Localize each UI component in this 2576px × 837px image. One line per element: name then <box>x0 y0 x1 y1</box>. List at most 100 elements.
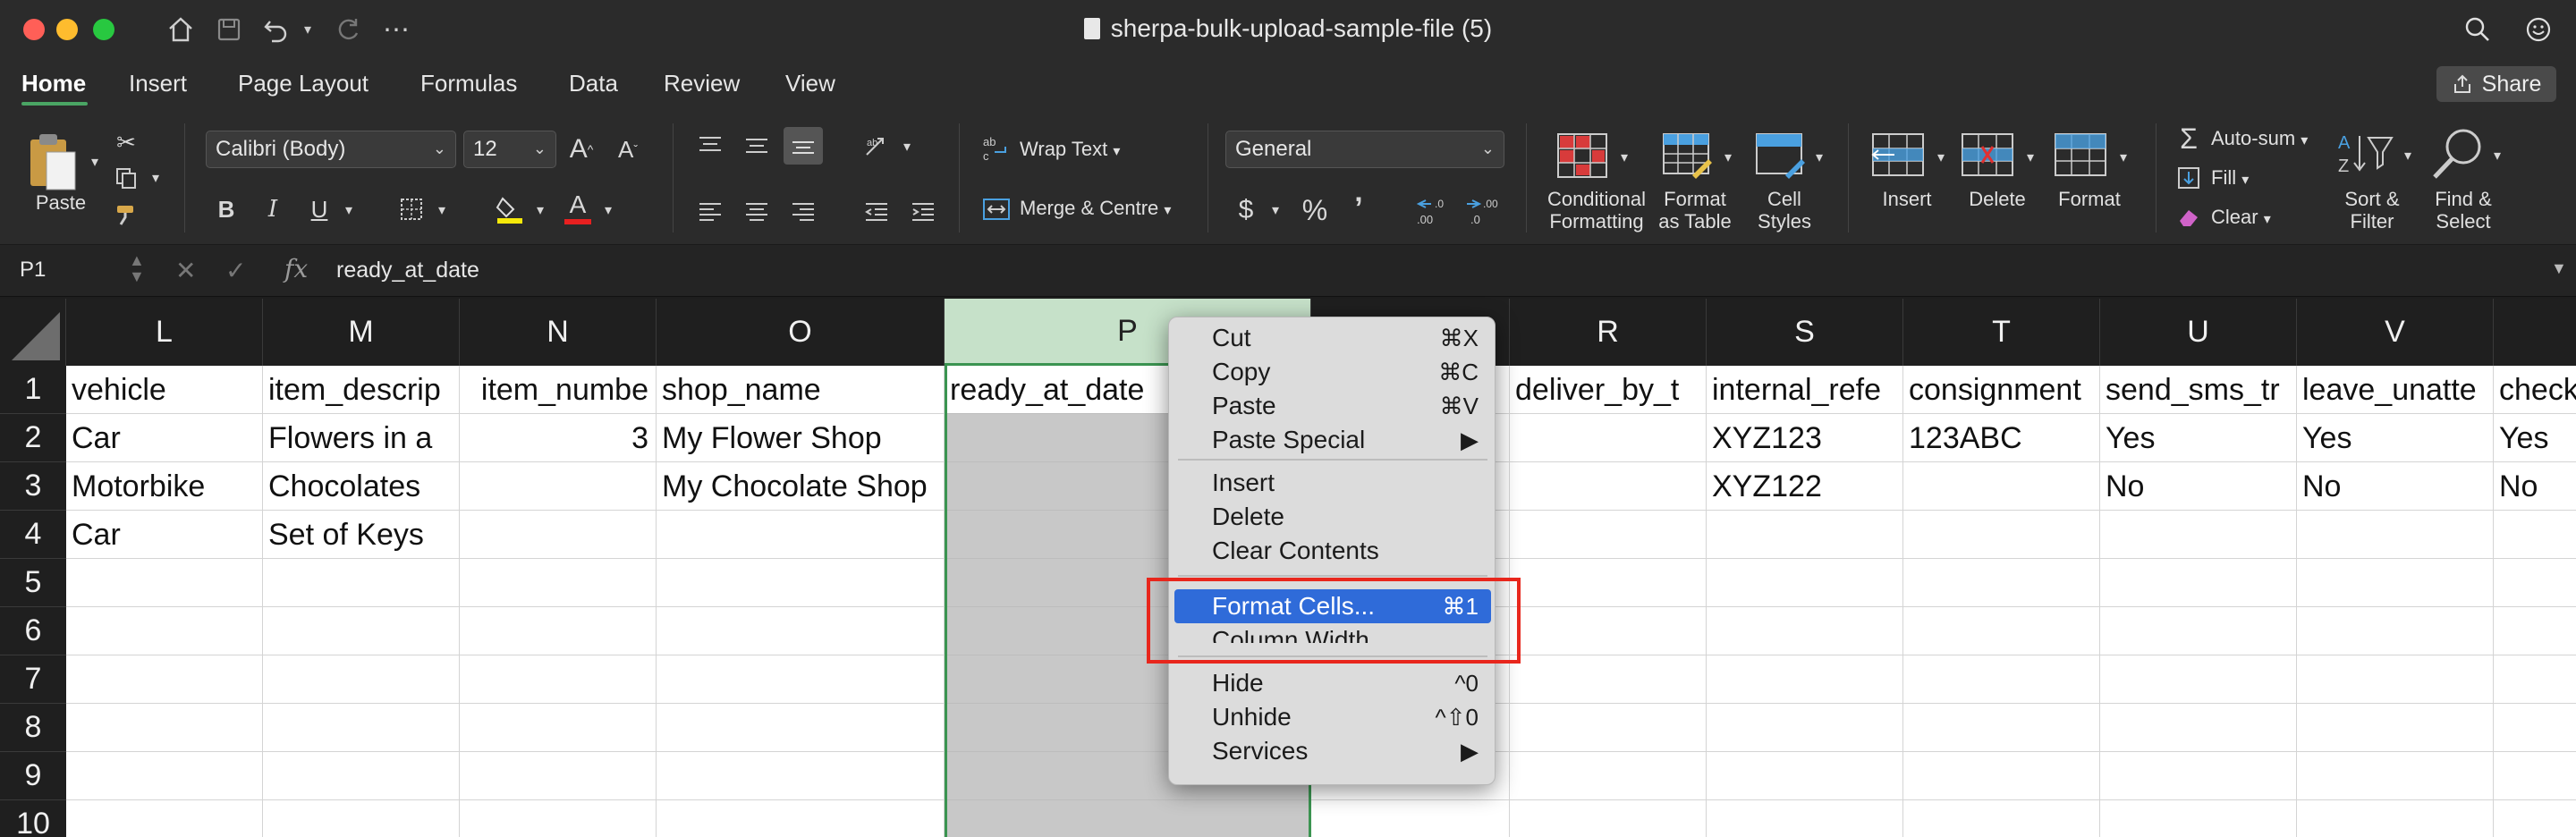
find-select-magnifier-icon[interactable] <box>2429 127 2487 182</box>
cell-o9[interactable] <box>657 752 945 800</box>
menu-item-copy[interactable]: Copy ⌘C <box>1174 355 1491 389</box>
fill-icon[interactable] <box>2174 163 2204 193</box>
autosum-button[interactable]: Auto-sum ▾ <box>2211 127 2308 152</box>
cell-next4[interactable] <box>2494 511 2576 559</box>
cell-o6[interactable] <box>657 607 945 655</box>
cut-icon[interactable]: ✂ <box>111 127 141 157</box>
align-center-icon[interactable] <box>739 195 775 229</box>
row-header-1[interactable]: 1 <box>0 366 66 414</box>
cell-v2[interactable]: Yes <box>2297 414 2494 462</box>
tab-insert[interactable]: Insert <box>129 70 187 97</box>
row-header-8[interactable]: 8 <box>0 704 66 752</box>
cell-t4[interactable] <box>1903 511 2100 559</box>
cell-o7[interactable] <box>657 655 945 704</box>
cell-n5[interactable] <box>460 559 657 607</box>
cell-u8[interactable] <box>2100 704 2297 752</box>
cell-v1[interactable]: leave_unatte <box>2297 366 2494 414</box>
borders-icon[interactable] <box>394 191 429 227</box>
font-color-icon[interactable]: A <box>560 190 596 227</box>
cell-l5[interactable] <box>66 559 263 607</box>
menu-item-clear-contents[interactable]: Clear Contents <box>1174 534 1491 568</box>
column-header-l[interactable]: L <box>66 299 263 366</box>
decrease-indent-icon[interactable] <box>859 195 894 229</box>
cell-styles-chevron-icon[interactable]: ▾ <box>1810 145 1828 170</box>
decrease-decimal-icon[interactable]: .00.0 <box>1463 193 1503 229</box>
row-header-9[interactable]: 9 <box>0 752 66 800</box>
cell-n3[interactable] <box>460 462 657 511</box>
cell-s4[interactable] <box>1707 511 1903 559</box>
cell-r10[interactable] <box>1510 800 1707 837</box>
cell-o3[interactable]: My Chocolate Shop <box>657 462 945 511</box>
cell-u5[interactable] <box>2100 559 2297 607</box>
cell-v7[interactable] <box>2297 655 2494 704</box>
cell-t1[interactable]: consignment <box>1903 366 2100 414</box>
column-header-t[interactable]: T <box>1903 299 2100 366</box>
cell-l10[interactable] <box>66 800 263 837</box>
cell-next9[interactable] <box>2494 752 2576 800</box>
cell-next1[interactable]: check <box>2494 366 2576 414</box>
cell-m7[interactable] <box>263 655 460 704</box>
menu-item-hide[interactable]: Hide ^0 <box>1174 666 1491 700</box>
menu-item-delete[interactable]: Delete <box>1174 500 1491 534</box>
copy-icon[interactable] <box>111 163 141 193</box>
sort-filter-label[interactable]: Sort & Filter <box>2329 188 2415 232</box>
cell-u3[interactable]: No <box>2100 462 2297 511</box>
tab-data[interactable]: Data <box>569 70 618 97</box>
align-left-icon[interactable] <box>692 195 728 229</box>
autosum-icon[interactable]: Σ <box>2174 123 2204 155</box>
column-header-v[interactable]: V <box>2297 299 2494 366</box>
insert-cells-label[interactable]: Insert <box>1871 188 1943 210</box>
column-header-r[interactable]: R <box>1510 299 1707 366</box>
clear-eraser-icon[interactable] <box>2174 202 2204 232</box>
borders-dropdown-chevron-icon[interactable]: ▾ <box>433 197 451 224</box>
cell-r4[interactable] <box>1510 511 1707 559</box>
cell-r9[interactable] <box>1510 752 1707 800</box>
tab-formulas[interactable]: Formulas <box>420 70 517 97</box>
cell-l9[interactable] <box>66 752 263 800</box>
increase-font-size-icon[interactable]: A ^ <box>565 132 597 166</box>
row-header-4[interactable]: 4 <box>0 511 66 559</box>
menu-item-insert[interactable]: Insert <box>1174 466 1491 500</box>
cell-v8[interactable] <box>2297 704 2494 752</box>
cell-next10[interactable] <box>2494 800 2576 837</box>
delete-cells-icon[interactable] <box>1961 131 2016 181</box>
cell-t10[interactable] <box>1903 800 2100 837</box>
formula-input[interactable]: ready_at_date <box>336 258 479 283</box>
conditional-formatting-chevron-icon[interactable]: ▾ <box>1615 145 1633 170</box>
fill-color-icon[interactable] <box>492 191 528 227</box>
format-as-table-icon[interactable] <box>1662 132 1714 179</box>
paste-icon[interactable] <box>27 131 79 193</box>
merge-centre-button[interactable]: Merge & Centre ▾ <box>1020 197 1171 222</box>
cell-l7[interactable] <box>66 655 263 704</box>
cell-n8[interactable] <box>460 704 657 752</box>
clear-button[interactable]: Clear ▾ <box>2211 206 2271 231</box>
share-button[interactable]: Share <box>2436 66 2556 102</box>
confirm-formula-icon[interactable]: ✓ <box>225 256 246 285</box>
cell-l1[interactable]: vehicle <box>66 366 263 414</box>
row-header-3[interactable]: 3 <box>0 462 66 511</box>
format-chevron-icon[interactable]: ▾ <box>2114 145 2132 170</box>
cell-o10[interactable] <box>657 800 945 837</box>
italic-button[interactable]: I <box>258 191 288 227</box>
cell-r2[interactable] <box>1510 414 1707 462</box>
cell-t7[interactable] <box>1903 655 2100 704</box>
cell-o1[interactable]: shop_name <box>657 366 945 414</box>
delete-chevron-icon[interactable]: ▾ <box>2021 145 2039 170</box>
cell-s7[interactable] <box>1707 655 1903 704</box>
menu-item-unhide[interactable]: Unhide ^⇧0 <box>1174 700 1491 734</box>
copy-dropdown-chevron-icon[interactable]: ▾ <box>147 166 165 190</box>
cell-m9[interactable] <box>263 752 460 800</box>
feedback-smiley-icon[interactable] <box>2522 13 2555 46</box>
find-select-label[interactable]: Find & Select <box>2420 188 2506 232</box>
cell-r1[interactable]: deliver_by_t <box>1510 366 1707 414</box>
expand-formula-bar-chevron-icon[interactable]: ▼ <box>2551 259 2567 278</box>
cell-o8[interactable] <box>657 704 945 752</box>
percent-button[interactable]: % <box>1299 191 1331 229</box>
merge-centre-icon[interactable] <box>980 193 1013 225</box>
cell-u4[interactable] <box>2100 511 2297 559</box>
format-label[interactable]: Format <box>2045 188 2134 210</box>
insert-cells-icon[interactable] <box>1871 131 1927 181</box>
row-header-2[interactable]: 2 <box>0 414 66 462</box>
cell-s8[interactable] <box>1707 704 1903 752</box>
align-middle-icon[interactable] <box>739 129 775 163</box>
